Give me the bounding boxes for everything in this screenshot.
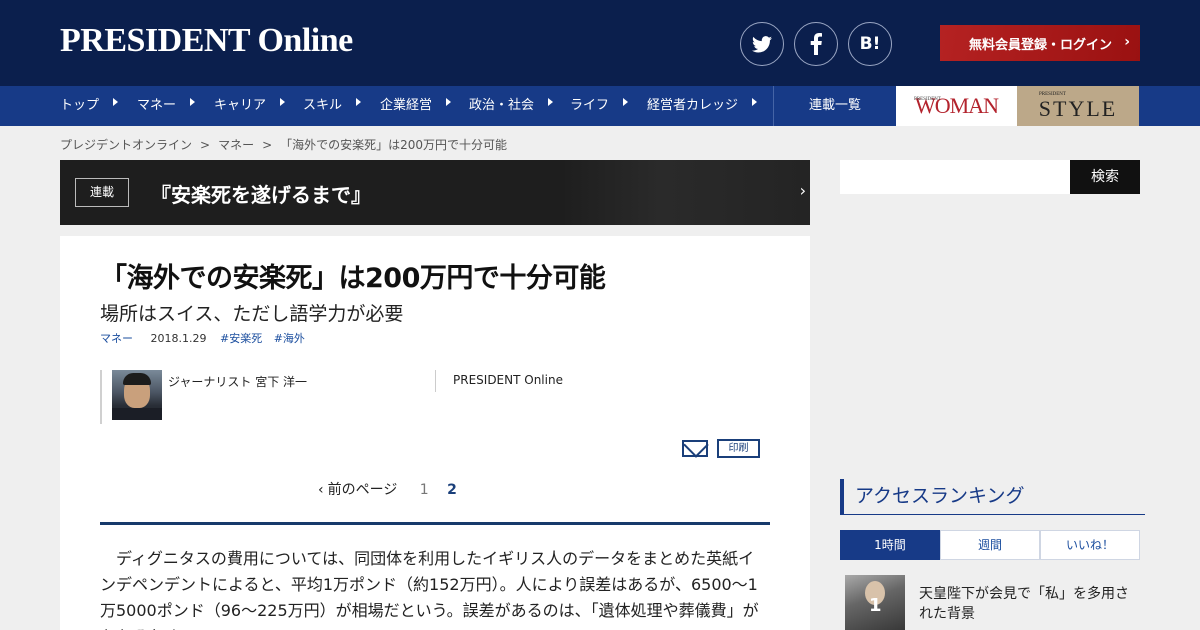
mail-icon[interactable]: [682, 440, 708, 457]
chevron-right-icon: ›: [799, 181, 806, 200]
author-separator: [435, 370, 436, 392]
serial-badge: 連載: [75, 178, 129, 207]
breadcrumb-current: 「海外での安楽死」は200万円で十分可能: [280, 138, 508, 152]
ranking-tab-hourly[interactable]: 1時間: [840, 530, 940, 560]
nav-label: マネー: [137, 98, 177, 113]
search-button[interactable]: 検索: [1070, 160, 1140, 194]
triangle-right-icon: [190, 97, 196, 106]
author-avatar[interactable]: [112, 370, 162, 420]
chevron-left-icon: ‹: [318, 482, 324, 498]
ranking-tab-likes[interactable]: いいね！: [1040, 530, 1140, 560]
prev-page-label: 前のページ: [327, 482, 398, 498]
avatar-hair: [123, 373, 151, 385]
nav-label: キャリア: [214, 98, 267, 113]
twitter-share-button[interactable]: [740, 22, 784, 66]
triangle-right-icon: [280, 97, 286, 106]
nav-label: ライフ: [570, 98, 610, 113]
nav-item-politics[interactable]: 政治・社会: [469, 86, 554, 126]
article-card: 「海外での安楽死」は200万円で十分可能 場所はスイス、ただし語学力が必要 マネ…: [60, 236, 810, 630]
breadcrumb-separator: >: [200, 138, 211, 152]
article-date: 2018.1.29: [150, 332, 207, 345]
woman-logo-small: PRESIDENT: [914, 97, 941, 102]
triangle-right-icon: [623, 97, 629, 106]
facebook-share-button[interactable]: [794, 22, 838, 66]
triangle-right-icon: [356, 97, 362, 106]
nav-label: 経営者カレッジ: [647, 98, 739, 113]
search-input[interactable]: [840, 160, 1070, 194]
article-meta: マネー 2018.1.29 #安楽死 #海外: [100, 330, 305, 346]
nav-item-life[interactable]: ライフ: [570, 86, 629, 126]
hatena-icon: B!: [859, 34, 881, 54]
author-name[interactable]: ジャーナリスト 宮下 洋一: [168, 373, 307, 390]
breadcrumb: プレジデントオンライン > マネー > 「海外での安楽死」は200万円で十分可能: [60, 136, 507, 153]
nav-item-college[interactable]: 経営者カレッジ: [647, 86, 758, 126]
nav-label: 企業経営: [380, 98, 433, 113]
style-logo-small: PRESIDENT: [1039, 92, 1066, 97]
ranking-tab-weekly[interactable]: 週間: [940, 530, 1040, 560]
rank-number: 1: [869, 595, 882, 616]
author-divider: [100, 370, 102, 424]
style-logo-label: STYLE: [1038, 96, 1118, 121]
woman-logo-link[interactable]: PRESIDENT WOMAN: [896, 86, 1017, 126]
article-rule: [100, 522, 770, 525]
ranking-heading: アクセスランキング: [840, 479, 1145, 515]
breadcrumb-home[interactable]: プレジデントオンライン: [60, 138, 192, 152]
member-login-label: 無料会員登録・ログイン: [969, 37, 1113, 53]
chevron-right-icon: ›: [1124, 34, 1130, 50]
hatena-bookmark-button[interactable]: B!: [848, 22, 892, 66]
article-subhead: 場所はスイス、ただし語学力が必要: [100, 303, 404, 325]
breadcrumb-separator: >: [262, 138, 273, 152]
article-category-link[interactable]: マネー: [100, 332, 133, 345]
nav-item-money[interactable]: マネー: [137, 86, 196, 126]
nav-item-career[interactable]: キャリア: [214, 86, 286, 126]
pagination: ‹ 前のページ 1 2: [318, 479, 457, 499]
nav-label: 政治・社会: [469, 98, 535, 113]
serial-banner-background: [560, 160, 810, 225]
nav-label: スキル: [303, 98, 343, 113]
site-logo[interactable]: PRESIDENT Online: [60, 22, 353, 60]
nav-item-skill[interactable]: スキル: [303, 86, 362, 126]
triangle-right-icon: [548, 97, 554, 106]
member-login-button[interactable]: 無料会員登録・ログイン ›: [940, 25, 1140, 61]
tag-link[interactable]: #安楽死: [220, 332, 262, 345]
triangle-right-icon: [113, 97, 119, 106]
nav-item-management[interactable]: 企業経営: [380, 86, 452, 126]
site-header: PRESIDENT Online B! 無料会員登録・ログイン ›: [0, 0, 1200, 86]
breadcrumb-category[interactable]: マネー: [218, 138, 254, 152]
style-logo-link[interactable]: PRESIDENT STYLE: [1017, 86, 1139, 126]
nav-label: トップ: [60, 98, 100, 113]
page-current-2: 2: [447, 482, 457, 498]
avatar-suit: [112, 408, 162, 420]
tag-link[interactable]: #海外: [274, 332, 305, 345]
nav-item-top[interactable]: トップ: [60, 86, 119, 126]
ranking-thumbnail[interactable]: 1: [845, 575, 905, 630]
page-link-1[interactable]: 1: [420, 482, 429, 498]
ranking-item-title[interactable]: 天皇陛下が会見で「私」を多用された背景: [919, 584, 1139, 624]
twitter-icon: [752, 35, 772, 52]
serial-banner[interactable]: 連載 『安楽死を遂げるまで』 ›: [60, 160, 810, 225]
print-button[interactable]: 印刷: [717, 439, 760, 458]
serial-title: 『安楽死を遂げるまで』: [151, 183, 371, 207]
triangle-right-icon: [446, 97, 452, 106]
article-headline: 「海外での安楽死」は200万円で十分可能: [100, 263, 606, 294]
article-body: ディグニタスの費用については、同団体を利用したイギリス人のデータをまとめた英紙イ…: [100, 549, 759, 630]
prev-page-link[interactable]: ‹ 前のページ: [318, 482, 397, 498]
facebook-icon: [810, 33, 822, 55]
publisher-name: PRESIDENT Online: [453, 373, 563, 387]
triangle-right-icon: [752, 97, 758, 106]
nav-item-serial-list[interactable]: 連載一覧: [774, 86, 896, 126]
